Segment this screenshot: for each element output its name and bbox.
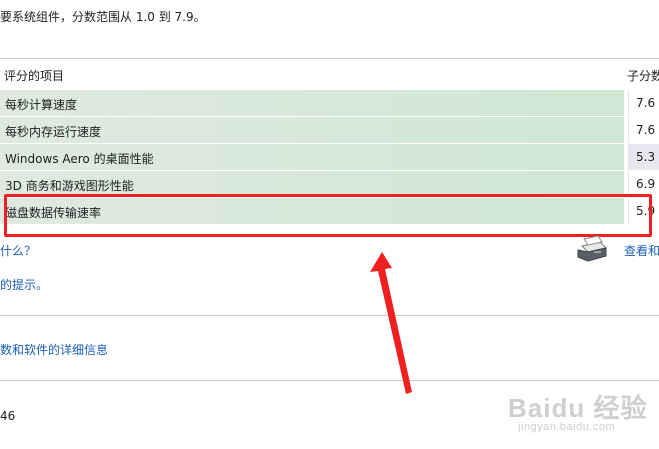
row-name-cell: 每秒内存运行速度	[0, 117, 624, 144]
row-name: 3D 商务和游戏图形性能	[5, 179, 134, 193]
details-link[interactable]: 数和软件的详细信息	[0, 341, 108, 358]
baidu-watermark: Baidu 经验 jingyan.baidu.com	[508, 388, 648, 438]
row-score-cell: 7.6	[628, 90, 659, 116]
row-name: Windows Aero 的桌面性能	[5, 152, 154, 166]
highlight-box-disk-row	[4, 194, 652, 237]
row-score-cell-lowest: 5.3	[628, 144, 659, 170]
what-does-it-mean-link[interactable]: 什么？	[0, 242, 36, 259]
table-row: 每秒内存运行速度 7.6	[0, 117, 659, 144]
watermark-url: jingyan.baidu.com	[518, 421, 616, 433]
intro-text: 要系统组件，分数范围从 1.0 到 7.9。	[0, 10, 206, 24]
windows-experience-index-page: 要系统组件，分数范围从 1.0 到 7.9。 评分的项目 子分数 每秒计算速度 …	[0, 0, 659, 449]
arrow-annotation-icon	[370, 252, 412, 394]
row-name: 每秒内存运行速度	[5, 125, 102, 139]
row-score: 6.9	[636, 177, 656, 191]
table-row: Windows Aero 的桌面性能 5.3	[0, 144, 659, 171]
watermark-logo: Baidu 经验	[508, 393, 648, 423]
header-item-label: 评分的项目	[4, 69, 65, 83]
view-and-print-link[interactable]: 查看和	[624, 242, 659, 259]
row-score: 7.6	[636, 123, 656, 137]
row-score-cell: 7.6	[628, 117, 659, 143]
printer-icon[interactable]	[576, 236, 610, 264]
table-row: 每秒计算速度 7.6	[0, 90, 659, 117]
header-score-label: 子分数	[627, 69, 659, 83]
tips-link[interactable]: 的提示。	[0, 276, 48, 293]
divider	[0, 380, 659, 381]
row-name-cell: 每秒计算速度	[0, 90, 624, 117]
row-score: 7.6	[636, 96, 656, 110]
row-score: 5.3	[636, 150, 656, 164]
row-name: 每秒计算速度	[5, 98, 78, 112]
table-header: 评分的项目 子分数	[0, 58, 659, 90]
row-name-cell: Windows Aero 的桌面性能	[0, 144, 624, 171]
footer-number: 46	[0, 409, 16, 423]
divider	[0, 315, 659, 316]
